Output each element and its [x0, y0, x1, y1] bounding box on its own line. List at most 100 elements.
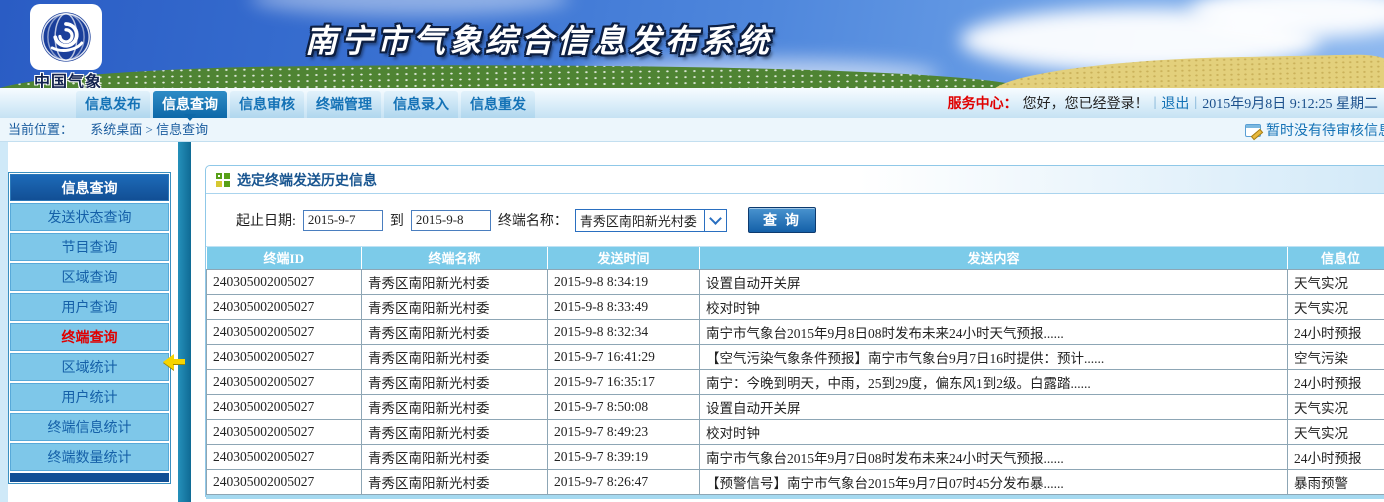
left-gutter — [0, 142, 8, 502]
terminal-name-cell: 青秀区南阳新光村委 — [362, 394, 548, 419]
pending-review-text: 暂时没有待审核信息 — [1266, 119, 1384, 142]
note-pencil-icon — [1245, 124, 1261, 137]
webpart-grid-icon — [216, 173, 230, 187]
terminal-name-cell: 青秀区南阳新光村委 — [362, 319, 548, 344]
terminal-name-cell: 青秀区南阳新光村委 — [362, 369, 548, 394]
table-row: 240305002005027 青秀区南阳新光村委 2015-9-7 8:49:… — [207, 419, 1384, 444]
info-type-cell: 天气实况 — [1288, 394, 1384, 419]
date-from-input[interactable] — [303, 210, 383, 231]
send-content-cell: 校对时钟 — [700, 294, 1288, 319]
info-type-cell: 天气实况 — [1288, 294, 1384, 319]
send-time-cell: 2015-9-7 16:41:29 — [548, 344, 700, 369]
send-content-cell: 【预警信号】南宁市气象台2015年9月7日07时45分发布暴...... — [700, 469, 1288, 494]
nav-tab[interactable]: 信息审核 — [230, 91, 304, 118]
send-content-cell: 设置自动开关屏 — [700, 394, 1288, 419]
terminal-id-cell: 240305002005027 — [207, 469, 362, 494]
content-area: 信息查询 发送状态查询 节目查询 区域查询 用户查询 终端查询 区域统计 用户统… — [0, 142, 1384, 502]
sidebar-items: 发送状态查询 节目查询 区域查询 用户查询 终端查询 区域统计 用户统计 终端信… — [10, 203, 169, 471]
nav-tab[interactable]: 信息录入 — [384, 91, 458, 118]
terminal-select[interactable]: 青秀区南阳新光村委 — [575, 209, 727, 232]
chevron-down-icon — [704, 210, 726, 231]
nav-tab[interactable]: 信息查询 — [153, 91, 227, 118]
terminal-id-cell: 240305002005027 — [207, 319, 362, 344]
send-time-cell: 2015-9-8 8:33:49 — [548, 294, 700, 319]
sidebar-item[interactable]: 终端数量统计 — [10, 443, 169, 471]
sidebar-item[interactable]: 用户查询 — [10, 293, 169, 321]
table-header-cell: 终端ID — [207, 247, 362, 269]
sidebar-item[interactable]: 区域查询 — [10, 263, 169, 291]
history-table: 终端ID 终端名称 发送时间 发送内容 信息位 240305002005027 — [206, 247, 1384, 495]
service-center-label: 服务中心： — [948, 93, 1018, 113]
nav-tab[interactable]: 终端管理 — [307, 91, 381, 118]
send-time-cell: 2015-9-7 8:39:19 — [548, 444, 700, 469]
search-button[interactable]: 查 询 — [748, 207, 816, 233]
sidebar-header: 信息查询 — [10, 174, 169, 201]
send-time-cell: 2015-9-7 8:49:23 — [548, 419, 700, 444]
send-content-cell: 【空气污染气象条件预报】南宁市气象台9月7日16时提供：预计...... — [700, 344, 1288, 369]
query-form: 起止日期: 到 终端名称： 青秀区南阳新光村委 查 询 — [206, 194, 1384, 247]
info-type-cell: 天气实况 — [1288, 269, 1384, 294]
table-row: 240305002005027 青秀区南阳新光村委 2015-9-8 8:34:… — [207, 269, 1384, 294]
terminal-name-label: 终端名称： — [498, 210, 568, 230]
terminal-id-cell: 240305002005027 — [207, 294, 362, 319]
sidebar-item[interactable]: 用户统计 — [10, 383, 169, 411]
send-content-cell: 南宁市气象台2015年9月7日08时发布未来24小时天气预报...... — [700, 444, 1288, 469]
panel-title: 选定终端发送历史信息 — [237, 170, 377, 190]
send-time-cell: 2015-9-8 8:34:19 — [548, 269, 700, 294]
nav-tabs: 信息发布 信息查询 信息审核 终端管理 信息录入 信息重发 — [76, 91, 535, 118]
send-content-cell: 设置自动开关屏 — [700, 269, 1288, 294]
send-time-cell: 2015-9-8 8:32:34 — [548, 319, 700, 344]
logo-spiral-icon — [37, 8, 95, 66]
sidebar-footer — [10, 473, 169, 482]
terminal-id-cell: 240305002005027 — [207, 394, 362, 419]
terminal-select-value: 青秀区南阳新光村委 — [576, 211, 697, 230]
greeting-text: 您好，您已经登录！ — [1023, 93, 1149, 113]
terminal-id-cell: 240305002005027 — [207, 419, 362, 444]
send-content-cell: 南宁市气象台2015年9月8日08时发布未来24小时天气预报...... — [700, 319, 1288, 344]
terminal-id-cell: 240305002005027 — [207, 369, 362, 394]
nav-tab[interactable]: 信息重发 — [461, 91, 535, 118]
table-bottom-bar — [206, 495, 1384, 499]
send-time-cell: 2015-9-7 8:26:47 — [548, 469, 700, 494]
sidebar-item[interactable]: 终端查询 — [10, 323, 169, 351]
date-to-input[interactable] — [411, 210, 491, 231]
table-row: 240305002005027 青秀区南阳新光村委 2015-9-7 16:41… — [207, 344, 1384, 369]
sidebar-divider — [178, 142, 191, 502]
table-header-cell: 终端名称 — [362, 247, 548, 269]
table-row: 240305002005027 青秀区南阳新光村委 2015-9-7 16:35… — [207, 369, 1384, 394]
terminal-id-cell: 240305002005027 — [207, 444, 362, 469]
site-title: 南宁市气象综合信息发布系统 — [305, 16, 773, 62]
sidebar-collapse-arrow[interactable] — [163, 354, 189, 370]
info-type-cell: 空气污染 — [1288, 344, 1384, 369]
info-type-cell: 暴雨预警 — [1288, 469, 1384, 494]
send-time-cell: 2015-9-7 16:35:17 — [548, 369, 700, 394]
sidebar-item[interactable]: 终端信息统计 — [10, 413, 169, 441]
history-panel: 选定终端发送历史信息 起止日期: 到 终端名称： 青秀区南阳新光村委 查 询 — [205, 165, 1384, 497]
separator: | — [1194, 95, 1197, 111]
nav-tab[interactable]: 信息发布 — [76, 91, 150, 118]
table-row: 240305002005027 青秀区南阳新光村委 2015-9-7 8:39:… — [207, 444, 1384, 469]
table-row: 240305002005027 青秀区南阳新光村委 2015-9-7 8:50:… — [207, 394, 1384, 419]
table-header-cell: 信息位 — [1288, 247, 1384, 269]
terminal-name-cell: 青秀区南阳新光村委 — [362, 469, 548, 494]
send-time-cell: 2015-9-7 8:50:08 — [548, 394, 700, 419]
logo-caption: 中国气象 — [18, 68, 118, 88]
top-banner: 中国气象 南宁市气象综合信息发布系统 — [0, 0, 1384, 88]
terminal-name-cell: 青秀区南阳新光村委 — [362, 419, 548, 444]
left-arrow-tail — [173, 359, 185, 365]
panel-header: 选定终端发送历史信息 — [206, 166, 1384, 194]
breadcrumb-bar: 当前位置： 系统桌面 > 信息查询 暂时没有待审核信息 — [0, 118, 1384, 142]
send-content-cell: 南宁：今晚到明天，中雨，25到29度，偏东风1到2级。白露踏...... — [700, 369, 1288, 394]
sidebar-item[interactable]: 发送状态查询 — [10, 203, 169, 231]
cloud-graphic — [250, 0, 570, 16]
sidebar-item[interactable]: 区域统计 — [10, 353, 169, 381]
terminal-id-cell: 240305002005027 — [207, 269, 362, 294]
date-range-label: 起止日期: — [236, 210, 296, 230]
logout-link[interactable]: 退出 — [1161, 93, 1189, 113]
terminal-id-cell: 240305002005027 — [207, 344, 362, 369]
sidebar-item[interactable]: 节目查询 — [10, 233, 169, 261]
table-header-cell: 发送内容 — [700, 247, 1288, 269]
breadcrumb-label: 当前位置： — [8, 122, 73, 137]
to-label: 到 — [390, 210, 404, 230]
terminal-name-cell: 青秀区南阳新光村委 — [362, 294, 548, 319]
